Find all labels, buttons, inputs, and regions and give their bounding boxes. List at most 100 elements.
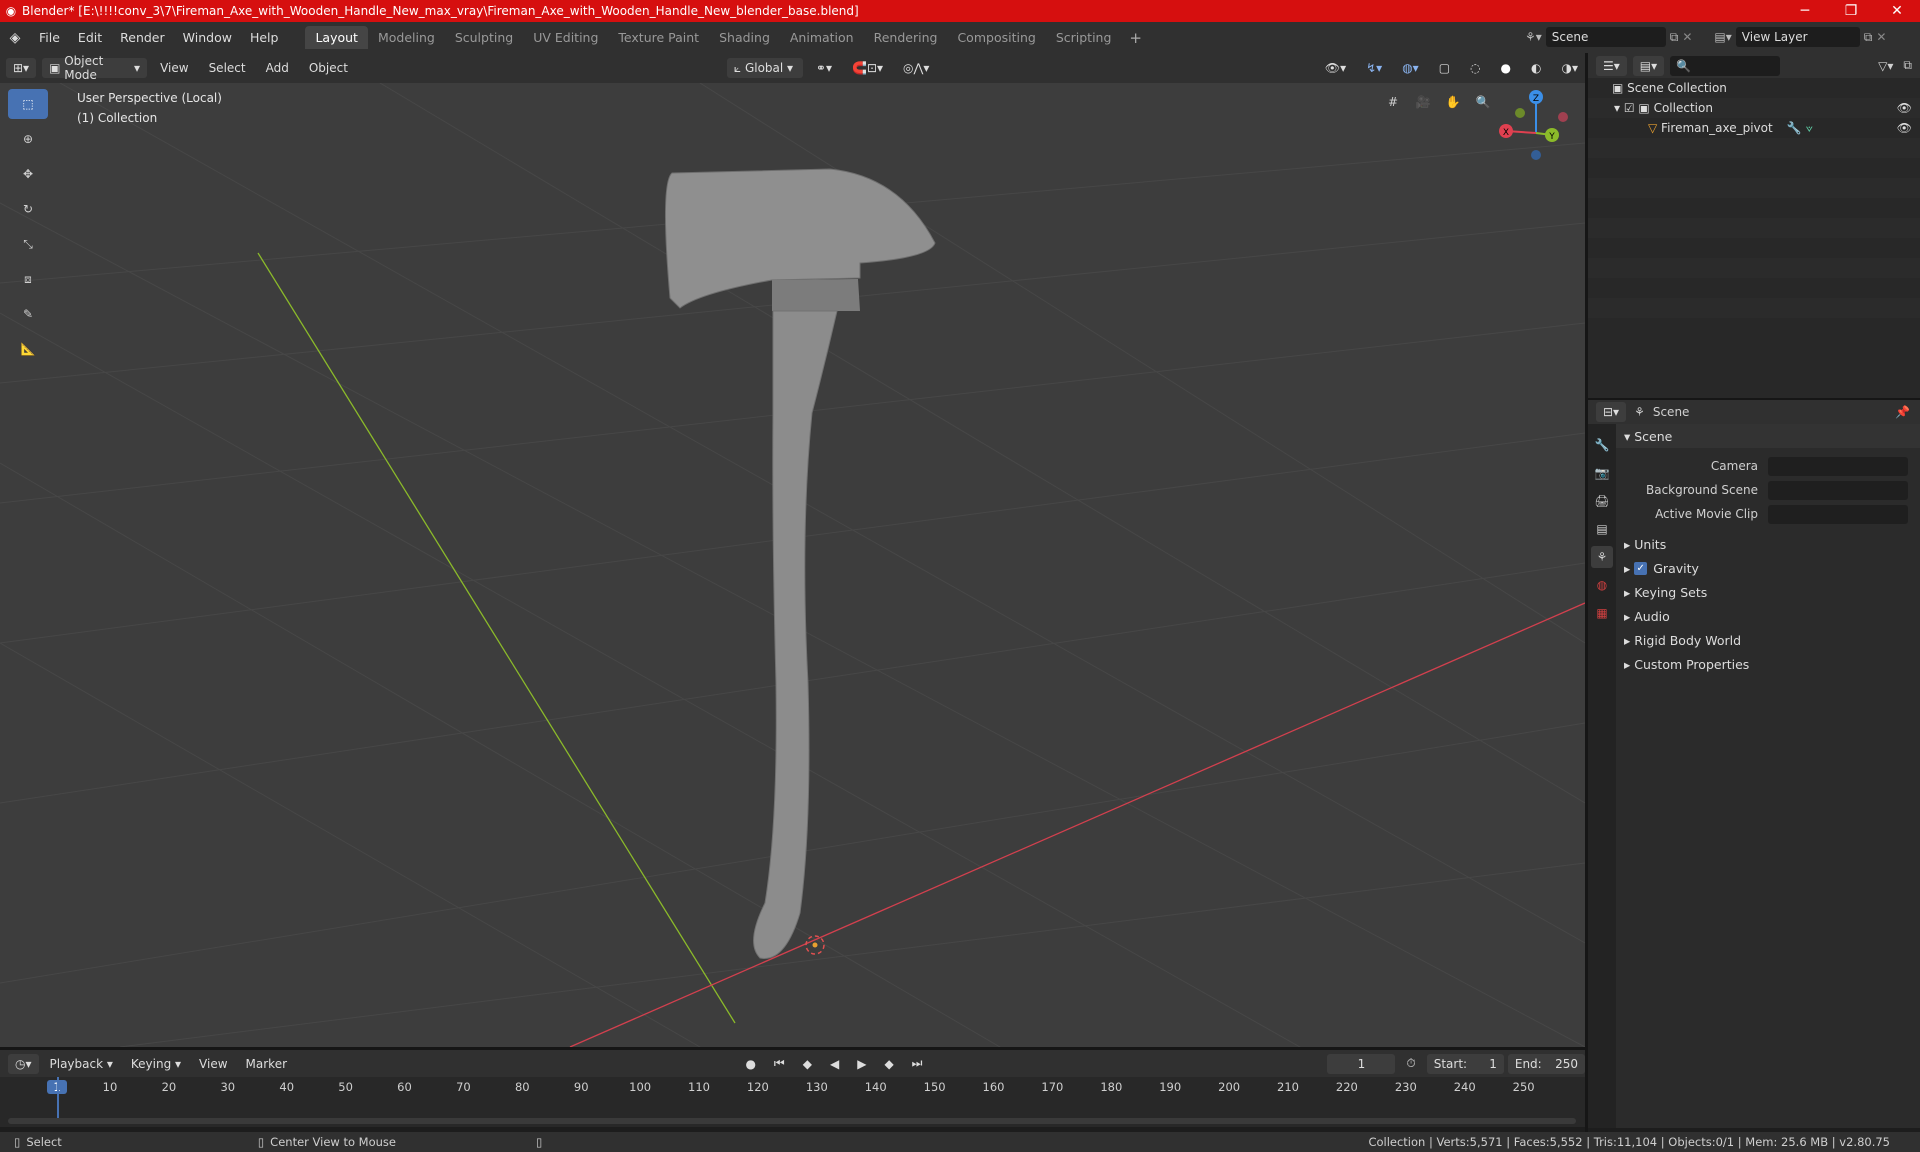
- tab-layout[interactable]: Layout: [305, 26, 368, 49]
- mesh-data-icon[interactable]: ⟇: [1806, 121, 1813, 136]
- tab-texture-paint[interactable]: Texture Paint: [608, 26, 709, 49]
- modifier-icon[interactable]: 🔧: [1787, 121, 1802, 135]
- outliner-collection-row[interactable]: ▾ ☑ ▣ Collection 👁: [1588, 98, 1920, 118]
- proportional-edit-icon[interactable]: ◎⋀▾: [896, 58, 936, 78]
- tab-shading[interactable]: Shading: [709, 26, 780, 49]
- expand-arrow-icon[interactable]: ▾: [1614, 101, 1624, 115]
- menu-window[interactable]: Window: [174, 30, 241, 45]
- maximize-button[interactable]: ❐: [1828, 3, 1874, 19]
- area-divider[interactable]: [1585, 53, 1588, 1132]
- filter-icon[interactable]: ▽▾: [1878, 59, 1897, 73]
- audio-panel[interactable]: ▸ Audio: [1616, 604, 1920, 628]
- menu-view[interactable]: View: [153, 58, 195, 78]
- add-workspace-icon[interactable]: +: [1121, 29, 1150, 47]
- menu-marker[interactable]: Marker: [239, 1054, 294, 1074]
- active-movie-clip-input[interactable]: [1768, 504, 1908, 524]
- rigid-body-world-panel[interactable]: ▸ Rigid Body World: [1616, 628, 1920, 652]
- blender-menu-icon[interactable]: ◈: [0, 30, 30, 46]
- current-frame-field[interactable]: 1: [1327, 1053, 1396, 1074]
- 3d-viewport[interactable]: Z X Y ⬚ ⊕ ✥ ↻ ⤡ ⧈ ✎ 📐 User Perspective (…: [0, 83, 1585, 1047]
- select-box-tool-icon[interactable]: ⬚: [8, 89, 48, 119]
- play-reverse-icon[interactable]: ◀: [823, 1054, 846, 1074]
- next-keyframe-icon[interactable]: ◆: [877, 1054, 900, 1074]
- object-visibility-icon[interactable]: 👁: [1897, 121, 1920, 135]
- timeline-editor-type-icon[interactable]: ◷▾: [8, 1053, 39, 1074]
- visibility-icon[interactable]: 👁▾: [1318, 58, 1353, 78]
- xray-icon[interactable]: ▢: [1432, 58, 1457, 78]
- tab-animation[interactable]: Animation: [780, 26, 864, 49]
- menu-edit[interactable]: Edit: [69, 30, 111, 45]
- end-frame-field[interactable]: End: 250: [1507, 1053, 1585, 1074]
- keying-sets-panel[interactable]: ▸ Keying Sets: [1616, 580, 1920, 604]
- cursor-tool-icon[interactable]: ⊕: [8, 124, 48, 154]
- scale-tool-icon[interactable]: ⤡: [8, 229, 48, 259]
- menu-render[interactable]: Render: [111, 30, 174, 45]
- view-layer-tab-icon[interactable]: ▤: [1591, 518, 1613, 540]
- gravity-checkbox[interactable]: ✓: [1634, 561, 1648, 575]
- menu-keying[interactable]: Keying ▾: [124, 1054, 188, 1074]
- mode-dropdown[interactable]: ▣ Object Mode ▾: [42, 54, 148, 82]
- scene-icon[interactable]: ⚘▾: [1525, 30, 1542, 44]
- area-divider[interactable]: [0, 1047, 1585, 1050]
- annotate-tool-icon[interactable]: ✎: [8, 299, 48, 329]
- world-tab-icon[interactable]: ◍: [1591, 574, 1613, 596]
- outliner-object-row[interactable]: ▽ Fireman_axe_pivot 🔧 ⟇ 👁: [1588, 118, 1920, 138]
- rotate-tool-icon[interactable]: ↻: [8, 194, 48, 224]
- pivot-icon[interactable]: ⚭▾: [809, 58, 839, 78]
- playhead[interactable]: [57, 1077, 59, 1123]
- collection-visibility-icon[interactable]: 👁: [1897, 101, 1920, 115]
- collection-checkbox[interactable]: ☑: [1624, 101, 1639, 115]
- scene-tab-icon[interactable]: ⚘: [1591, 546, 1613, 568]
- tab-uv-editing[interactable]: UV Editing: [523, 26, 608, 49]
- minimize-button[interactable]: ─: [1782, 3, 1828, 19]
- tool-settings-tab-icon[interactable]: 🔧: [1591, 434, 1613, 456]
- tab-rendering[interactable]: Rendering: [864, 26, 948, 49]
- jump-start-icon[interactable]: ⏮: [767, 1054, 792, 1074]
- outliner-editor-type-icon[interactable]: ☰▾: [1596, 55, 1627, 76]
- transform-tool-icon[interactable]: ⧈: [8, 264, 48, 294]
- view-layer-field[interactable]: View Layer: [1735, 27, 1860, 47]
- pin-icon[interactable]: 📌: [1895, 405, 1920, 419]
- fireman-axe-model[interactable]: [664, 168, 936, 959]
- record-icon[interactable]: ●: [738, 1054, 762, 1074]
- tab-scripting[interactable]: Scripting: [1046, 26, 1122, 49]
- menu-add[interactable]: Add: [259, 58, 296, 78]
- view-layer-icon[interactable]: ▤▾: [1714, 30, 1731, 44]
- background-scene-input[interactable]: [1768, 480, 1908, 500]
- outliner-scene-collection[interactable]: ▣ Scene Collection: [1588, 78, 1920, 98]
- units-panel[interactable]: ▸ Units: [1616, 532, 1920, 556]
- timeline-area[interactable]: 1102030405060708090100110120130140150160…: [0, 1077, 1585, 1127]
- tab-sculpting[interactable]: Sculpting: [445, 26, 523, 49]
- start-frame-field[interactable]: Start: 1: [1426, 1053, 1504, 1074]
- texture-tab-icon[interactable]: ▦: [1591, 602, 1613, 624]
- properties-editor-type-icon[interactable]: ⊟▾: [1596, 402, 1627, 422]
- remove-scene-icon[interactable]: ✕: [1682, 30, 1692, 44]
- outliner-search-input[interactable]: 🔍: [1670, 55, 1781, 76]
- orientation-dropdown[interactable]: ⟀ Global ▾: [726, 58, 803, 78]
- shading-material-icon[interactable]: ◐: [1524, 58, 1548, 78]
- play-icon[interactable]: ▶: [850, 1054, 873, 1074]
- output-tab-icon[interactable]: 🖨: [1591, 490, 1613, 512]
- shading-solid-icon[interactable]: ●: [1494, 58, 1518, 78]
- move-tool-icon[interactable]: ✥: [8, 159, 48, 189]
- tab-compositing[interactable]: Compositing: [947, 26, 1045, 49]
- snap-icon[interactable]: 🧲⊡▾: [845, 58, 890, 78]
- area-divider[interactable]: [1588, 398, 1920, 400]
- close-button[interactable]: ✕: [1874, 3, 1920, 19]
- display-mode-icon[interactable]: ▤▾: [1632, 55, 1665, 76]
- jump-end-icon[interactable]: ⏭: [905, 1054, 930, 1074]
- render-tab-icon[interactable]: 📷: [1591, 462, 1613, 484]
- scene-name-field[interactable]: Scene: [1545, 27, 1666, 47]
- prev-keyframe-icon[interactable]: ◆: [796, 1054, 819, 1074]
- frame-ruler[interactable]: 1102030405060708090100110120130140150160…: [0, 1077, 1585, 1097]
- editor-type-icon[interactable]: ⊞▾: [6, 58, 37, 78]
- menu-select[interactable]: Select: [202, 58, 253, 78]
- pan-hand-icon[interactable]: ✋: [1440, 89, 1466, 115]
- shading-wireframe-icon[interactable]: ◌: [1463, 58, 1487, 78]
- shading-rendered-icon[interactable]: ◑▾: [1555, 58, 1586, 78]
- grid-view-icon[interactable]: #: [1380, 89, 1406, 115]
- timeline-scrollbar[interactable]: [8, 1118, 1576, 1124]
- gizmo-toggle-icon[interactable]: ↯▾: [1359, 58, 1389, 78]
- tab-modeling[interactable]: Modeling: [368, 26, 445, 49]
- menu-help[interactable]: Help: [241, 30, 288, 45]
